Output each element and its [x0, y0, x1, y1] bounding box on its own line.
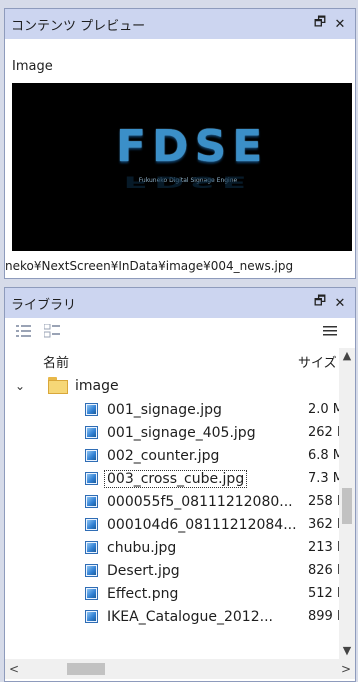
file-size: 826 k	[308, 563, 339, 578]
preview-path-text: neko¥NextScreen¥InData¥image¥004_news.jp…	[5, 259, 294, 273]
file-row[interactable]: chubu.jpg 213 k	[5, 537, 339, 560]
folder-row[interactable]: ⌄ image	[5, 376, 339, 399]
library-toolbar	[5, 318, 355, 344]
file-size: 899 k	[308, 609, 339, 624]
file-name: Effect.png	[107, 586, 179, 602]
vertical-scrollbar[interactable]: ▲ ▼	[339, 348, 355, 659]
file-name: 002_counter.jpg	[107, 448, 220, 464]
image-file-icon	[85, 541, 98, 554]
image-file-icon	[85, 610, 98, 623]
image-file-icon	[85, 426, 98, 439]
scroll-left-icon[interactable]: <	[5, 659, 23, 679]
file-row[interactable]: IKEA_Catalogue_2012... 899 k	[5, 606, 339, 629]
file-size: 213 k	[308, 540, 339, 555]
image-file-icon	[85, 518, 98, 531]
image-file-icon	[85, 495, 98, 508]
folder-icon	[48, 377, 68, 394]
file-row-focused[interactable]: 003_cross_cube.jpg 7.3 M	[5, 468, 339, 491]
preview-title: コンテンツ プレビュー	[11, 18, 146, 34]
menu-icon[interactable]	[319, 321, 341, 341]
preview-image: FDSE Fukuneko Digital Signage Engine FDS…	[12, 83, 352, 251]
column-header-size[interactable]: サイズ	[298, 352, 337, 371]
file-name: chubu.jpg	[107, 540, 177, 556]
library-titlebar: ライブラリ 🗗 ✕	[5, 288, 355, 318]
horizontal-scrollbar[interactable]: < >	[5, 659, 355, 679]
file-size: 258 k	[308, 494, 339, 509]
library-title: ライブラリ	[11, 297, 77, 313]
file-size: 362 k	[308, 517, 339, 532]
preview-titlebar: コンテンツ プレビュー 🗗 ✕	[5, 9, 355, 39]
file-size: 2.0 M	[308, 402, 339, 417]
image-file-icon	[85, 587, 98, 600]
file-size: 512 k	[308, 586, 339, 601]
image-file-icon	[85, 449, 98, 462]
scroll-right-icon[interactable]: >	[337, 659, 355, 679]
close-icon[interactable]: ✕	[331, 294, 349, 312]
logo-reflection: FDSE	[123, 172, 253, 191]
file-row[interactable]: Desert.jpg 826 k	[5, 560, 339, 583]
horizontal-scroll-thumb[interactable]	[67, 663, 105, 675]
file-name: IKEA_Catalogue_2012...	[107, 609, 273, 625]
file-name: 003_cross_cube.jpg	[103, 470, 248, 488]
file-row[interactable]: 002_counter.jpg 6.8 M	[5, 445, 339, 468]
file-row[interactable]: 001_signage.jpg 2.0 M	[5, 399, 339, 422]
detail-view-icon[interactable]	[41, 321, 63, 341]
logo-text: FDSE	[116, 121, 269, 172]
restore-icon[interactable]: 🗗	[311, 294, 329, 312]
fdse-logo: FDSE Fukuneko Digital Signage Engine FDS…	[116, 121, 269, 213]
file-name: Desert.jpg	[107, 563, 180, 579]
preview-path: neko¥NextScreen¥InData¥image¥004_news.jp…	[5, 259, 349, 273]
preview-label: Image	[12, 59, 53, 74]
tree-header: 名前 サイズ	[5, 348, 339, 374]
close-icon[interactable]: ✕	[331, 15, 349, 33]
file-name: 000055f5_08111212080...	[107, 494, 293, 510]
file-size: 7.3 M	[308, 471, 339, 486]
scroll-down-icon[interactable]: ▼	[339, 643, 355, 659]
library-panel: ライブラリ 🗗 ✕ 名前 サイズ ⌄ image 001_signage.jpg…	[4, 287, 356, 682]
image-file-icon	[85, 564, 98, 577]
file-name: 001_signage_405.jpg	[107, 425, 256, 441]
folder-label: image	[75, 378, 119, 394]
column-header-name[interactable]: 名前	[43, 352, 69, 371]
file-name: 000104d6_08111212084...	[107, 517, 297, 533]
image-file-icon	[85, 472, 98, 485]
restore-icon[interactable]: 🗗	[311, 15, 329, 33]
file-name: 001_signage.jpg	[107, 402, 222, 418]
tree-rows: ⌄ image 001_signage.jpg 2.0 M 001_signag…	[5, 376, 339, 629]
file-row[interactable]: 001_signage_405.jpg 262 k	[5, 422, 339, 445]
list-view-icon[interactable]	[13, 321, 35, 341]
file-row[interactable]: 000104d6_08111212084... 362 k	[5, 514, 339, 537]
library-tree: 名前 サイズ ⌄ image 001_signage.jpg 2.0 M 001…	[5, 348, 355, 659]
content-preview-panel: コンテンツ プレビュー 🗗 ✕ Image FDSE Fukuneko Digi…	[4, 8, 356, 279]
scroll-up-icon[interactable]: ▲	[339, 348, 355, 364]
file-size: 6.8 M	[308, 448, 339, 463]
file-row[interactable]: Effect.png 512 k	[5, 583, 339, 606]
image-file-icon	[85, 403, 98, 416]
file-row[interactable]: 000055f5_08111212080... 258 k	[5, 491, 339, 514]
chevron-down-icon[interactable]: ⌄	[15, 379, 25, 393]
file-size: 262 k	[308, 425, 339, 440]
vertical-scroll-thumb[interactable]	[342, 488, 352, 524]
